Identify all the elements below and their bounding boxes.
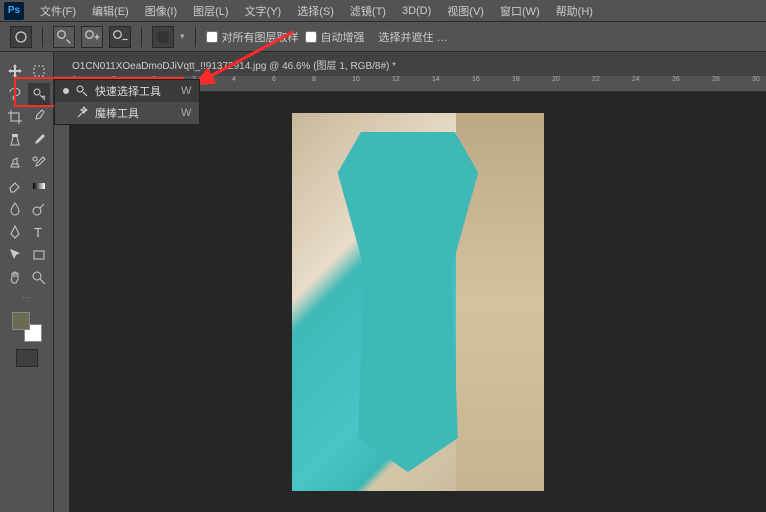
flyout-shortcut: W (181, 107, 191, 119)
magic-wand-icon (75, 106, 89, 120)
options-bar: ▾ 对所有图层取样 自动增强 选择并遮住 … (0, 22, 766, 52)
flyout-shortcut: W (181, 85, 191, 97)
menu-type[interactable]: 文字(Y) (237, 0, 290, 22)
select-and-mask-button[interactable]: 选择并遮住 … (379, 29, 448, 45)
quick-mask-toggle[interactable] (16, 349, 38, 367)
subtract-from-selection-icon[interactable] (109, 26, 131, 48)
foreground-color-swatch[interactable] (12, 312, 30, 330)
pen-tool[interactable] (4, 221, 26, 243)
toolbar-more[interactable]: ⋯ (22, 292, 31, 303)
crop-tool[interactable] (4, 106, 26, 128)
eraser-tool[interactable] (4, 175, 26, 197)
sample-all-layers-input[interactable] (206, 31, 218, 43)
document-tab[interactable]: O1CN011XOeaDmoDJiVqtt_!!91372914.jpg @ 4… (62, 53, 406, 76)
add-to-selection-icon[interactable] (81, 26, 103, 48)
color-swatches[interactable] (12, 312, 42, 342)
svg-text:T: T (34, 225, 42, 240)
menu-image[interactable]: 图像(I) (137, 0, 185, 22)
brush-picker-icon[interactable] (152, 26, 174, 48)
flyout-item-quick-selection[interactable]: 快速选择工具 W (55, 80, 199, 102)
horizontal-type-tool[interactable]: T (28, 221, 50, 243)
history-brush-tool[interactable] (28, 152, 50, 174)
hand-tool[interactable] (4, 267, 26, 289)
menu-help[interactable]: 帮助(H) (548, 0, 601, 22)
auto-enhance-input[interactable] (305, 31, 317, 43)
zoom-tool[interactable] (28, 267, 50, 289)
flyout-item-magic-wand[interactable]: 魔棒工具 W (55, 102, 199, 124)
brush-tool[interactable] (28, 129, 50, 151)
clone-stamp-tool[interactable] (4, 152, 26, 174)
menu-select[interactable]: 选择(S) (289, 0, 342, 22)
path-selection-tool[interactable] (4, 244, 26, 266)
menu-3d[interactable]: 3D(D) (394, 2, 439, 20)
auto-enhance-label: 自动增强 (321, 29, 365, 45)
app-logo: Ps (4, 2, 24, 20)
sample-all-layers-checkbox[interactable]: 对所有图层取样 (206, 29, 299, 45)
menu-view[interactable]: 视图(V) (439, 0, 492, 22)
eyedropper-tool[interactable] (28, 106, 50, 128)
selected-dot-icon (63, 88, 69, 94)
quick-selection-icon (75, 84, 89, 98)
separator (195, 27, 196, 47)
spot-healing-brush-tool[interactable] (4, 129, 26, 151)
document-image[interactable] (292, 113, 544, 491)
vertical-ruler[interactable] (54, 92, 70, 512)
menu-file[interactable]: 文件(F) (32, 0, 84, 22)
menu-edit[interactable]: 编辑(E) (84, 0, 137, 22)
tools-panel: T ⋯ (0, 52, 54, 512)
new-selection-icon[interactable] (53, 26, 75, 48)
dodge-tool[interactable] (28, 198, 50, 220)
separator (141, 27, 142, 47)
menu-filter[interactable]: 滤镜(T) (342, 0, 394, 22)
menu-window[interactable]: 窗口(W) (492, 0, 548, 22)
flyout-label: 魔棒工具 (95, 105, 161, 121)
tool-preset-icon[interactable] (10, 26, 32, 48)
flyout-label: 快速选择工具 (95, 83, 161, 99)
auto-enhance-checkbox[interactable]: 自动增强 (305, 29, 365, 45)
gradient-tool[interactable] (28, 175, 50, 197)
rectangle-tool[interactable] (28, 244, 50, 266)
blur-tool[interactable] (4, 198, 26, 220)
document-tab-bar: O1CN011XOeaDmoDJiVqtt_!!91372914.jpg @ 4… (54, 52, 766, 76)
quick-selection-flyout: 快速选择工具 W 魔棒工具 W (54, 79, 200, 125)
sample-all-layers-label: 对所有图层取样 (222, 29, 299, 45)
canvas-viewport[interactable] (70, 92, 766, 512)
menu-layer[interactable]: 图层(L) (185, 0, 236, 22)
menu-bar: Ps 文件(F) 编辑(E) 图像(I) 图层(L) 文字(Y) 选择(S) 滤… (0, 0, 766, 22)
separator (42, 27, 43, 47)
